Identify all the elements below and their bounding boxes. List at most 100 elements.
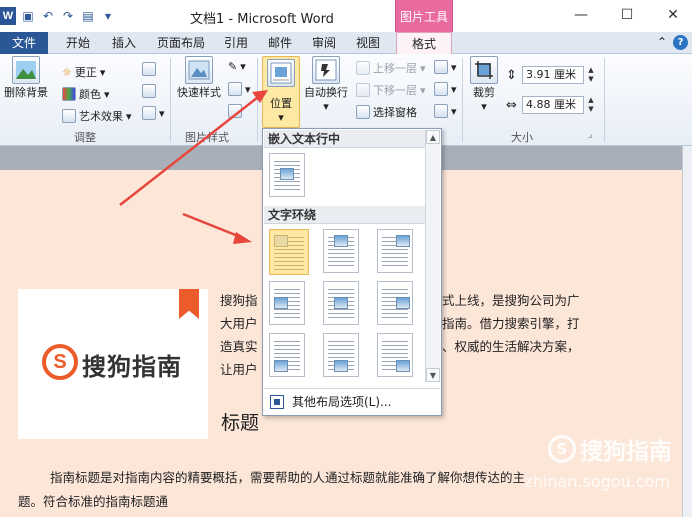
inline-section-header: 嵌入文本行中	[264, 130, 426, 148]
picture-icon	[280, 168, 294, 180]
quick-styles-button[interactable]: 快速样式	[174, 56, 224, 100]
picture-layout-button[interactable]	[228, 104, 242, 118]
print-preview-icon[interactable]: ▤	[80, 8, 96, 24]
picture-border-button[interactable]: ✎ ▾	[228, 60, 246, 73]
picture-effects-button[interactable]: ▾	[228, 82, 251, 96]
paragraph-line: 大用户	[220, 316, 258, 331]
tab-review[interactable]: 审阅	[306, 32, 342, 54]
scroll-down-icon[interactable]: ▼	[426, 368, 440, 382]
paragraph-line: 让用户	[220, 362, 258, 377]
paragraph-line: 题。符合标准的指南标题通	[18, 494, 169, 509]
tab-bar-right: ⌃ ?	[657, 35, 688, 50]
tab-insert[interactable]: 插入	[104, 32, 144, 54]
save-icon[interactable]: ▣	[20, 8, 36, 24]
inserted-picture[interactable]: S 搜狗指南	[18, 289, 208, 439]
color-button[interactable]: 颜色 ▾	[62, 86, 110, 102]
size-group-label: 大小	[511, 131, 533, 144]
vertical-scrollbar[interactable]	[682, 146, 692, 517]
sogou-logo-icon: S	[42, 344, 78, 380]
chevron-down-icon: ▾	[104, 87, 110, 101]
paragraph-line: 指南。借力搜索引擎，打	[442, 316, 580, 331]
wrap-text-button[interactable]: 自动换行 ▾	[302, 56, 350, 113]
crop-button[interactable]: 裁剪 ▾	[466, 56, 502, 113]
group-objects-button[interactable]: ▾	[434, 82, 457, 96]
chevron-down-icon: ▾	[481, 100, 487, 113]
compress-pictures-icon	[142, 62, 156, 76]
height-icon: ⇕	[506, 68, 517, 83]
watermark-logo-icon: S	[548, 435, 576, 463]
selection-pane-button[interactable]: 选择窗格	[356, 104, 417, 120]
minimize-button[interactable]: —	[558, 0, 604, 30]
group-separator	[257, 58, 258, 142]
width-input[interactable]: 4.88 厘米	[522, 96, 584, 114]
redo-icon[interactable]: ↷	[60, 8, 76, 24]
chevron-down-icon: ▾	[240, 60, 246, 73]
chevron-down-icon: ▾	[420, 61, 426, 75]
remove-background-label: 删除背景	[4, 86, 48, 99]
tab-mailings[interactable]: 邮件	[262, 32, 298, 54]
position-bottom-left-option[interactable]	[269, 333, 305, 377]
rotate-icon	[434, 104, 448, 118]
undo-icon[interactable]: ↶	[40, 8, 56, 24]
adjust-group-label: 调整	[74, 131, 96, 144]
dropdown-scrollbar[interactable]: ▲ ▼	[425, 130, 440, 382]
close-button[interactable]: ✕	[650, 0, 692, 30]
width-spinner[interactable]: ▲ ▼	[586, 96, 596, 114]
position-middle-right-option[interactable]	[377, 281, 413, 325]
position-bottom-right-option[interactable]	[377, 333, 413, 377]
word-app-icon[interactable]: W	[0, 7, 16, 25]
customize-qat-icon[interactable]: ▾	[100, 8, 116, 24]
crop-icon	[470, 56, 498, 84]
chevron-down-icon: ▾	[278, 111, 284, 124]
artistic-effects-label: 艺术效果	[79, 110, 123, 123]
height-spinner[interactable]: ▲ ▼	[586, 66, 596, 84]
bring-forward-label: 上移一层	[373, 62, 417, 75]
height-input[interactable]: 3.91 厘米	[522, 66, 584, 84]
picture-icon	[274, 297, 288, 309]
collapse-ribbon-icon[interactable]: ⌃	[657, 35, 667, 50]
picture-tools-label: 图片工具	[395, 0, 453, 32]
position-bottom-center-option[interactable]	[323, 333, 359, 377]
position-inline-option[interactable]	[269, 153, 305, 197]
position-middle-center-option[interactable]	[323, 281, 359, 325]
remove-background-button[interactable]: 删除背景	[2, 56, 50, 100]
color-label: 颜色	[79, 88, 101, 101]
wrap-section-header: 文字环绕	[264, 206, 426, 224]
paragraph-line: 造真实	[220, 339, 258, 354]
corrections-button[interactable]: ☼ 更正 ▾	[62, 64, 105, 80]
crop-label: 裁剪	[473, 86, 495, 99]
position-middle-left-option[interactable]	[269, 281, 305, 325]
tab-view[interactable]: 视图	[350, 32, 386, 54]
change-picture-button[interactable]	[142, 84, 156, 98]
tab-references[interactable]: 引用	[218, 32, 254, 54]
send-backward-button[interactable]: 下移一层 ▾	[356, 82, 426, 98]
position-top-center-option[interactable]	[323, 229, 359, 273]
position-top-right-option[interactable]	[377, 229, 413, 273]
help-icon[interactable]: ?	[673, 35, 688, 50]
position-button[interactable]: 位置 ▾	[262, 56, 300, 128]
more-layout-options-item[interactable]: 其他布局选项(L)...	[264, 388, 440, 414]
watermark-brand: 搜狗指南	[580, 439, 672, 465]
maximize-button[interactable]: ☐	[604, 0, 650, 30]
tab-page-layout[interactable]: 页面布局	[150, 32, 212, 54]
tab-format[interactable]: 格式	[396, 32, 452, 55]
rotate-button[interactable]: ▾	[434, 104, 457, 118]
tab-file[interactable]: 文件	[0, 32, 48, 54]
tab-home[interactable]: 开始	[58, 32, 98, 54]
artistic-effects-button[interactable]: 艺术效果 ▾	[62, 108, 132, 124]
bring-forward-button[interactable]: 上移一层 ▾	[356, 60, 426, 76]
size-dialog-launcher-icon[interactable]: ⌟	[588, 130, 592, 140]
chevron-down-icon: ▾	[323, 100, 329, 113]
picture-icon	[396, 235, 410, 247]
chevron-down-icon: ▾	[245, 82, 251, 96]
scroll-up-icon[interactable]: ▲	[426, 130, 440, 144]
compress-pictures-button[interactable]	[142, 62, 156, 76]
change-picture-icon	[142, 84, 156, 98]
align-icon	[434, 60, 448, 74]
corrections-label: 更正	[74, 66, 97, 79]
position-top-left-option[interactable]	[269, 229, 309, 275]
picture-icon	[274, 360, 288, 372]
align-button[interactable]: ▾	[434, 60, 457, 74]
picture-icon	[274, 235, 288, 247]
reset-picture-button[interactable]: ▾	[142, 106, 165, 120]
